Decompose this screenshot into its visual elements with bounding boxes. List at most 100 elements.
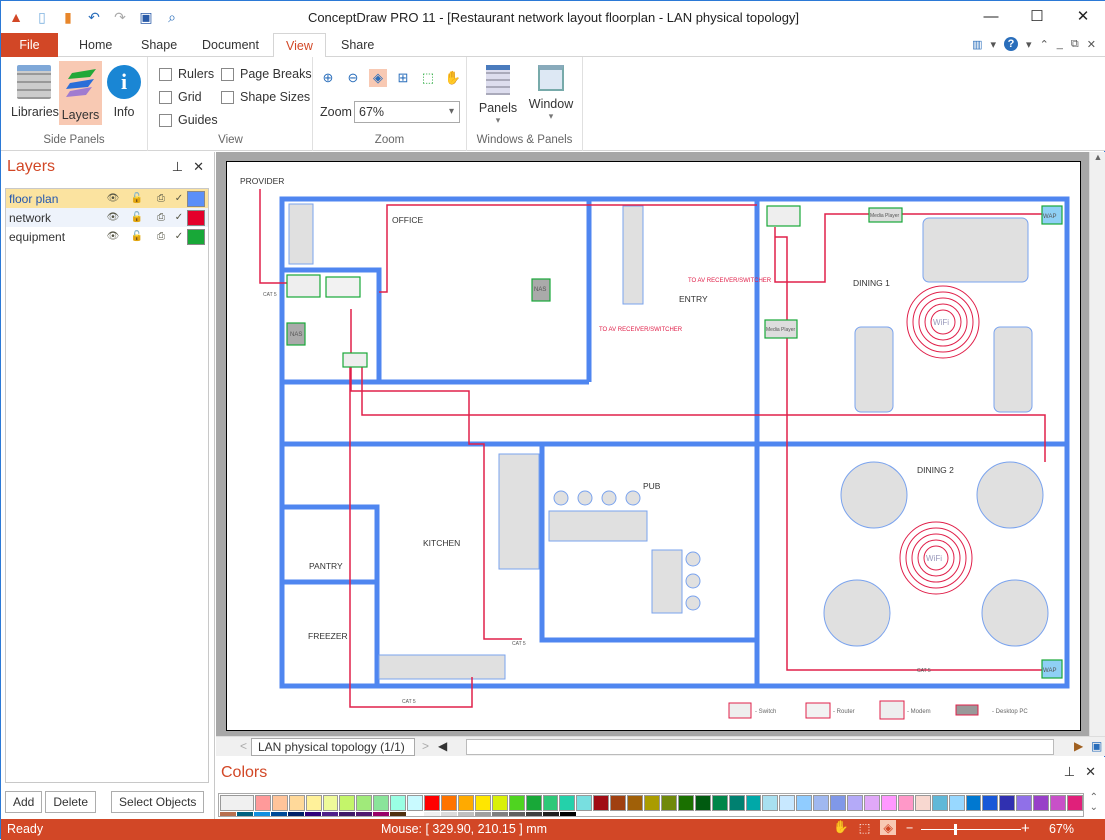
color-swatch[interactable] xyxy=(897,795,914,811)
color-swatch[interactable] xyxy=(965,795,982,811)
guides-checkbox[interactable]: Guides xyxy=(159,113,218,127)
color-swatch[interactable] xyxy=(559,795,576,811)
color-swatch[interactable] xyxy=(694,795,711,811)
color-swatch[interactable] xyxy=(627,795,644,811)
color-swatch[interactable] xyxy=(492,812,508,816)
zoom-out-button[interactable]: − xyxy=(906,821,913,835)
grid-checkbox[interactable]: Grid xyxy=(159,90,202,104)
color-swatch[interactable] xyxy=(322,812,338,816)
color-swatch[interactable] xyxy=(390,812,406,816)
print-icon[interactable]: ⎙ xyxy=(149,231,173,242)
zoom-select[interactable]: 67% xyxy=(354,101,460,123)
color-swatch[interactable] xyxy=(931,795,948,811)
color-swatch[interactable] xyxy=(1067,795,1083,811)
color-swatch[interactable] xyxy=(339,795,356,811)
visibility-eye-icon[interactable]: 👁 xyxy=(101,212,125,223)
color-swatch[interactable] xyxy=(796,795,813,811)
color-swatch[interactable] xyxy=(373,795,390,811)
color-swatch[interactable] xyxy=(644,795,660,811)
color-swatch[interactable] xyxy=(305,812,321,816)
color-swatch[interactable] xyxy=(999,795,1016,811)
next-page-button[interactable]: > xyxy=(422,739,429,753)
close-panel-icon[interactable]: ✕ xyxy=(1085,764,1096,780)
color-swatch[interactable] xyxy=(271,795,288,811)
color-swatch[interactable] xyxy=(254,812,270,816)
select-objects-button[interactable]: Select Objects xyxy=(111,791,205,813)
color-swatch[interactable] xyxy=(745,795,762,811)
print-icon[interactable]: ⎙ xyxy=(149,212,173,223)
layer-row-equipment[interactable]: equipment 👁 🔓 ⎙ ✓ xyxy=(6,227,208,246)
tab-shape[interactable]: Shape xyxy=(129,33,189,57)
color-swatch[interactable] xyxy=(660,795,677,811)
zoom-in-icon[interactable]: ⊕ xyxy=(319,69,337,87)
color-swatch[interactable] xyxy=(271,812,287,816)
pan-hand-icon[interactable]: ✋ xyxy=(444,69,462,87)
color-swatch[interactable] xyxy=(1050,795,1067,811)
color-swatch[interactable] xyxy=(339,812,355,816)
color-swatch[interactable] xyxy=(424,795,440,811)
zoom-out-icon[interactable]: ⊖ xyxy=(344,69,362,87)
color-swatch[interactable] xyxy=(356,812,372,816)
color-swatch[interactable] xyxy=(474,795,491,811)
help-dropdown[interactable]: ▾ xyxy=(1026,38,1032,51)
check-icon[interactable]: ✓ xyxy=(173,193,185,204)
color-swatch[interactable] xyxy=(728,795,745,811)
doc-close-icon[interactable]: ✕ xyxy=(1087,38,1096,51)
color-swatch[interactable] xyxy=(220,812,236,816)
color-swatch[interactable] xyxy=(711,795,728,811)
color-swatch[interactable] xyxy=(509,812,525,816)
color-swatch[interactable] xyxy=(864,795,880,811)
color-swatch[interactable] xyxy=(813,795,830,811)
zoom-slider-thumb[interactable] xyxy=(954,824,957,835)
color-swatch[interactable] xyxy=(610,795,627,811)
layer-color-swatch[interactable] xyxy=(187,190,205,207)
rulers-checkbox[interactable]: Rulers xyxy=(159,67,214,81)
scroll-right-button[interactable]: ▶ xyxy=(1074,739,1083,753)
pin-icon[interactable]: ⊥ xyxy=(1064,764,1075,780)
help-icon[interactable]: ? xyxy=(1004,37,1019,51)
tab-view[interactable]: View xyxy=(273,33,326,58)
vertical-scrollbar[interactable]: ▲ xyxy=(1089,152,1105,736)
close-panel-icon[interactable]: ✕ xyxy=(193,159,204,175)
zoom-area-icon[interactable]: ⬚ xyxy=(419,69,437,87)
tab-share[interactable]: Share xyxy=(329,33,386,57)
maximize-button[interactable]: ☐ xyxy=(1014,1,1060,31)
color-swatch[interactable] xyxy=(508,795,525,811)
tab-home[interactable]: Home xyxy=(67,33,124,57)
color-swatch[interactable] xyxy=(677,795,694,811)
horizontal-scrollbar[interactable] xyxy=(466,739,1054,755)
color-swatch[interactable] xyxy=(441,812,457,816)
shape-sizes-checkbox[interactable]: Shape Sizes xyxy=(221,90,310,104)
prev-page-button[interactable]: < xyxy=(240,739,247,753)
window-button[interactable]: Window ▾ xyxy=(523,61,579,125)
color-swatch[interactable] xyxy=(356,795,373,811)
collapse-ribbon-icon[interactable]: ⌃ xyxy=(1040,38,1049,51)
panel-layout-icon[interactable]: ▥ xyxy=(972,38,982,51)
color-swatch[interactable] xyxy=(576,795,593,811)
print-icon[interactable]: ⎙ xyxy=(149,193,173,204)
zoom-area-icon[interactable]: ⬚ xyxy=(859,820,871,835)
zoom-in-button[interactable]: + xyxy=(1021,820,1030,837)
zoom-slider[interactable] xyxy=(921,824,1021,835)
color-swatch[interactable] xyxy=(779,795,796,811)
doc-minimize-icon[interactable]: _ xyxy=(1057,38,1063,50)
color-swatch[interactable] xyxy=(593,795,610,811)
fit-page-icon[interactable]: ▣ xyxy=(1091,739,1102,753)
color-swatch[interactable] xyxy=(288,795,305,811)
color-swatch[interactable] xyxy=(560,812,576,816)
color-swatch[interactable] xyxy=(914,795,931,811)
lock-icon[interactable]: 🔓 xyxy=(125,193,149,204)
drawing-page[interactable]: PROVIDER OFFICE ENTRY DINING 1 DINING 2 … xyxy=(226,161,1081,731)
color-swatch[interactable] xyxy=(1016,795,1033,811)
layers-button[interactable]: Layers xyxy=(59,61,102,125)
info-button[interactable]: i Info xyxy=(101,61,147,125)
color-swatch[interactable] xyxy=(762,795,779,811)
color-swatch[interactable] xyxy=(254,795,271,811)
color-swatch[interactable] xyxy=(475,812,491,816)
layer-row-network[interactable]: network 👁 🔓 ⎙ ✓ xyxy=(6,208,208,227)
fit-to-page-icon[interactable]: ◈ xyxy=(369,69,387,87)
page-breaks-checkbox[interactable]: Page Breaks xyxy=(221,67,312,81)
delete-layer-button[interactable]: Delete xyxy=(45,791,97,813)
libraries-button[interactable]: Libraries xyxy=(11,61,59,125)
color-swatch[interactable] xyxy=(880,795,897,811)
